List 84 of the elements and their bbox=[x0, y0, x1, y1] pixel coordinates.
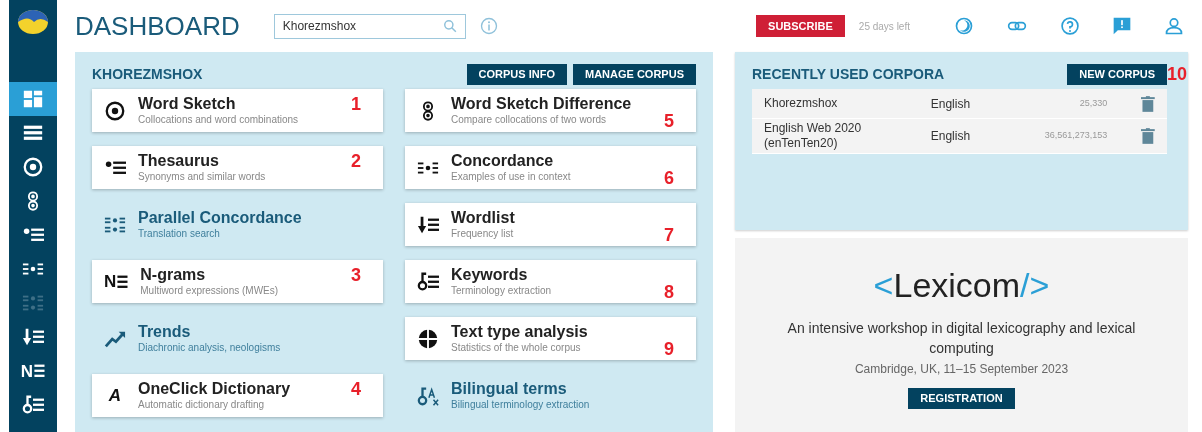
corpus-size: 25,330 bbox=[1078, 96, 1108, 110]
tool-link[interactable]: Parallel Concordance Translation search bbox=[92, 203, 383, 246]
corpus-button[interactable]: MANAGE CORPUS bbox=[573, 63, 696, 85]
pie-icon bbox=[417, 327, 439, 350]
tool-description: Statistics of the whole corpus bbox=[451, 342, 582, 355]
corpus-language: English bbox=[930, 128, 972, 145]
tool-link[interactable]: Bilingual terms Bilingual terminology extraction bbox=[405, 374, 696, 417]
marker-number: 10 bbox=[1166, 62, 1187, 86]
logo-icon[interactable] bbox=[18, 10, 48, 34]
theme-icon[interactable] bbox=[954, 16, 974, 36]
corpus-title: KHOREZMSHOX bbox=[92, 64, 204, 84]
sidebar-item[interactable]: N bbox=[9, 354, 57, 388]
tool-title: Trends bbox=[138, 322, 192, 343]
corpus-row[interactable]: Khorezmshox English 25,330 bbox=[752, 89, 1167, 119]
keywords-icon bbox=[22, 394, 44, 416]
page-title: DASHBOARD bbox=[75, 9, 240, 43]
target-icon bbox=[22, 156, 44, 178]
promo-text: An intensive workshop in digital lexicography and lexical computing bbox=[786, 319, 1137, 358]
tool-card[interactable]: Thesaurus Synonyms and similar words 2 bbox=[92, 146, 383, 189]
marker-number: 8 bbox=[664, 283, 674, 301]
marker-number: 4 bbox=[351, 380, 361, 398]
subscribe-button[interactable]: SUBSCRIBE bbox=[756, 15, 845, 37]
tool-title: Bilingual terms bbox=[451, 379, 568, 400]
tool-title: Thesaurus bbox=[138, 151, 220, 172]
tool-description: Compare collocations of two words bbox=[451, 114, 608, 127]
trash-icon[interactable] bbox=[1141, 128, 1155, 144]
tool-description: Diachronic analysis, neologisms bbox=[138, 342, 281, 355]
marker-number: 6 bbox=[664, 169, 674, 187]
search-field[interactable]: Khorezmshox bbox=[273, 13, 466, 39]
tool-title: OneClick Dictionary bbox=[138, 379, 291, 400]
corpus-size: 36,561,273,153 bbox=[1043, 129, 1108, 143]
recent-corpora-title: RECENTLY USED CORPORA bbox=[752, 64, 946, 84]
tool-description: Synonyms and similar words bbox=[138, 171, 266, 184]
corpus-row[interactable]: English Web 2020 (enTenTen20) English 36,561,273,153 bbox=[752, 119, 1167, 154]
marker-number: 3 bbox=[351, 266, 361, 284]
marker-number: 7 bbox=[664, 226, 674, 244]
help-icon[interactable] bbox=[1060, 16, 1080, 36]
dashboard-icon bbox=[22, 88, 44, 110]
tool-description: Terminology extraction bbox=[451, 285, 552, 298]
keywords-icon bbox=[417, 270, 439, 293]
registration-button[interactable]: REGISTRATION bbox=[908, 388, 1015, 409]
tool-card[interactable]: N N-grams Multiword expressions (MWEs) 3 bbox=[92, 260, 383, 303]
letter-icon: A bbox=[104, 387, 126, 404]
user-icon[interactable] bbox=[1164, 16, 1184, 36]
tool-description: Translation search bbox=[138, 228, 221, 241]
marker-number: 5 bbox=[664, 112, 674, 130]
tool-description: Bilingual terminology extraction bbox=[451, 399, 590, 412]
tool-title: Concordance bbox=[451, 151, 555, 172]
info-icon[interactable] bbox=[479, 17, 498, 35]
promo-details: Cambridge, UK, 11–15 September 2023 bbox=[854, 361, 1069, 378]
tool-description: Automatic dictionary drafting bbox=[138, 399, 266, 412]
corpus-name: Khorezmshox bbox=[764, 96, 839, 111]
corpus-language: English bbox=[930, 95, 972, 113]
feedback-icon[interactable] bbox=[1112, 16, 1132, 36]
tool-card[interactable]: Word Sketch Difference Compare collocations of two words 5 bbox=[405, 89, 696, 132]
tool-description: Collocations and word combinations bbox=[138, 114, 299, 127]
tool-description: Examples of use in context bbox=[451, 171, 571, 184]
tool-title: Word Sketch Difference bbox=[451, 94, 632, 115]
search-icon[interactable] bbox=[442, 19, 457, 33]
tool-title: N-grams bbox=[140, 265, 207, 286]
tool-card[interactable]: Wordlist Frequency list 7 bbox=[405, 203, 696, 246]
marker-number: 2 bbox=[351, 152, 361, 170]
tool-title: Word Sketch bbox=[138, 94, 237, 115]
tool-card[interactable]: Text type analysis Statistics of the whole corpus 9 bbox=[405, 317, 696, 360]
corpus-name: English Web 2020 (enTenTen20) bbox=[764, 121, 863, 151]
target-icon bbox=[104, 99, 126, 122]
tool-title: Keywords bbox=[451, 265, 529, 286]
marker-number: 1 bbox=[351, 95, 361, 113]
tool-description: Frequency list bbox=[451, 228, 515, 241]
tool-title: Text type analysis bbox=[451, 322, 588, 343]
tool-title: Wordlist bbox=[451, 208, 515, 229]
tool-description: Multiword expressions (MWEs) bbox=[140, 285, 279, 298]
corpus-button[interactable]: CORPUS INFO bbox=[466, 63, 567, 85]
tool-title: Parallel Concordance bbox=[138, 208, 302, 229]
tool-card[interactable]: Word Sketch Collocations and word combinations 1 bbox=[92, 89, 383, 132]
tool-card[interactable]: Keywords Terminology extraction 8 bbox=[405, 260, 696, 303]
trash-icon[interactable] bbox=[1141, 95, 1155, 112]
new-corpus-button[interactable]: NEW CORPUS bbox=[1067, 63, 1167, 85]
trial-remaining: 25 days left bbox=[858, 19, 910, 34]
marker-number: 9 bbox=[664, 340, 674, 358]
lexicom-logo: <Lexicom/> bbox=[873, 268, 1050, 302]
tool-card[interactable]: A OneClick Dictionary Automatic dictionary drafting 4 bbox=[92, 374, 383, 417]
tool-link[interactable]: Trends Diachronic analysis, neologisms bbox=[92, 317, 383, 360]
tool-card[interactable]: Concordance Examples of use in context 6 bbox=[405, 146, 696, 189]
